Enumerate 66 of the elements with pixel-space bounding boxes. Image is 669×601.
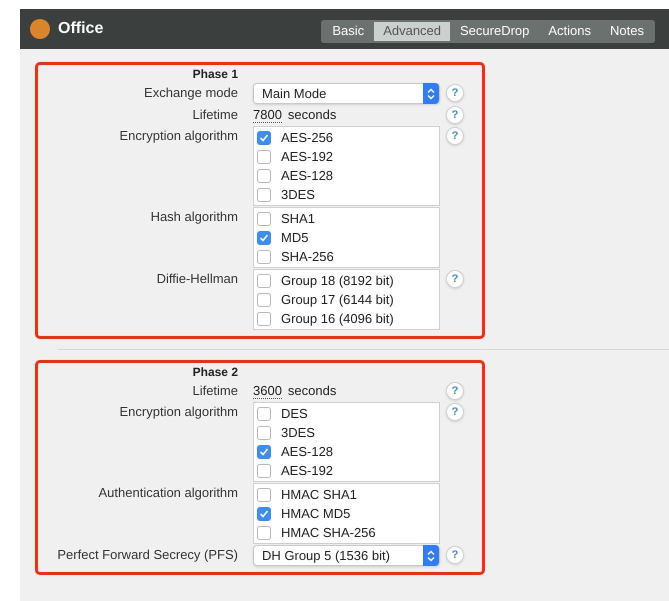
option-label: Group 16 (4096 bit) xyxy=(281,310,394,328)
field-label: Encryption algorithm xyxy=(118,403,239,421)
option-label: HMAC SHA-256 xyxy=(281,524,376,542)
checkbox[interactable] xyxy=(257,444,271,458)
checkbox[interactable] xyxy=(257,168,271,182)
checkmark-icon xyxy=(259,132,269,142)
stepper-icon xyxy=(423,83,439,104)
field-label: Lifetime xyxy=(191,382,239,400)
option-label: DES xyxy=(281,404,308,423)
logo-icon xyxy=(30,19,50,39)
checkbox[interactable] xyxy=(257,292,271,306)
checkbox[interactable] xyxy=(257,312,271,326)
lifetime-value[interactable]: 7800 xyxy=(253,106,282,123)
field-label: Encryption algorithm xyxy=(118,127,239,145)
checkmark-icon xyxy=(259,446,269,456)
option-label: AES-128 xyxy=(281,166,334,185)
checkbox[interactable] xyxy=(257,230,271,244)
checkmark-icon xyxy=(259,508,269,518)
option-label: AES-192 xyxy=(281,462,334,480)
option-label: AES-192 xyxy=(281,148,334,166)
help-button[interactable]: ? xyxy=(446,127,464,145)
option-label: AES-256 xyxy=(281,128,334,147)
option-label: 3DES xyxy=(281,424,315,442)
field-label: Exchange mode xyxy=(143,84,239,102)
help-button[interactable]: ? xyxy=(446,270,464,288)
unit-label: seconds xyxy=(288,106,336,124)
checkbox[interactable] xyxy=(257,464,271,478)
section-title: Phase 1 xyxy=(192,66,239,82)
help-button[interactable]: ? xyxy=(446,84,464,102)
option-label: Group 18 (8192 bit) xyxy=(281,272,394,290)
checkbox[interactable] xyxy=(257,488,271,502)
lifetime-value[interactable]: 3600 xyxy=(253,382,282,399)
section-title: Phase 2 xyxy=(192,364,239,380)
option-label: AES-128 xyxy=(281,442,334,461)
option-label: SHA-256 xyxy=(281,248,334,266)
checkbox[interactable] xyxy=(257,250,271,264)
dropdown[interactable]: DH Group 5 (1536 bit) xyxy=(253,545,440,566)
checkbox[interactable] xyxy=(257,274,271,288)
field-label: Hash algorithm xyxy=(150,208,239,226)
option-label: Group 17 (6144 bit) xyxy=(281,290,394,309)
unit-label: seconds xyxy=(288,382,336,400)
tab[interactable]: Advanced xyxy=(374,22,450,40)
checkbox[interactable] xyxy=(257,150,271,164)
field-label: Perfect Forward Secrecy (PFS) xyxy=(56,546,239,564)
checkbox[interactable] xyxy=(257,526,271,540)
checkbox[interactable] xyxy=(257,212,271,226)
help-button[interactable]: ? xyxy=(446,546,464,564)
checkbox[interactable] xyxy=(257,188,271,202)
help-button[interactable]: ? xyxy=(446,403,464,421)
help-button[interactable]: ? xyxy=(446,382,464,400)
checkbox[interactable] xyxy=(257,406,271,420)
field-label: Authentication algorithm xyxy=(98,484,239,502)
field-label: Lifetime xyxy=(191,106,239,124)
option-label: 3DES xyxy=(281,186,315,204)
dropdown[interactable]: Main Mode xyxy=(253,83,440,104)
option-label: HMAC SHA1 xyxy=(281,486,357,504)
field-label: Diffie-Hellman xyxy=(156,270,239,288)
help-button[interactable]: ? xyxy=(446,106,464,124)
checkmark-icon xyxy=(259,232,269,242)
option-label: HMAC MD5 xyxy=(281,504,350,523)
checkbox[interactable] xyxy=(257,130,271,144)
option-label: MD5 xyxy=(281,228,308,247)
page-title: Office xyxy=(58,19,104,39)
checkbox[interactable] xyxy=(257,426,271,440)
checkbox[interactable] xyxy=(257,506,271,520)
option-label: SHA1 xyxy=(281,210,315,228)
